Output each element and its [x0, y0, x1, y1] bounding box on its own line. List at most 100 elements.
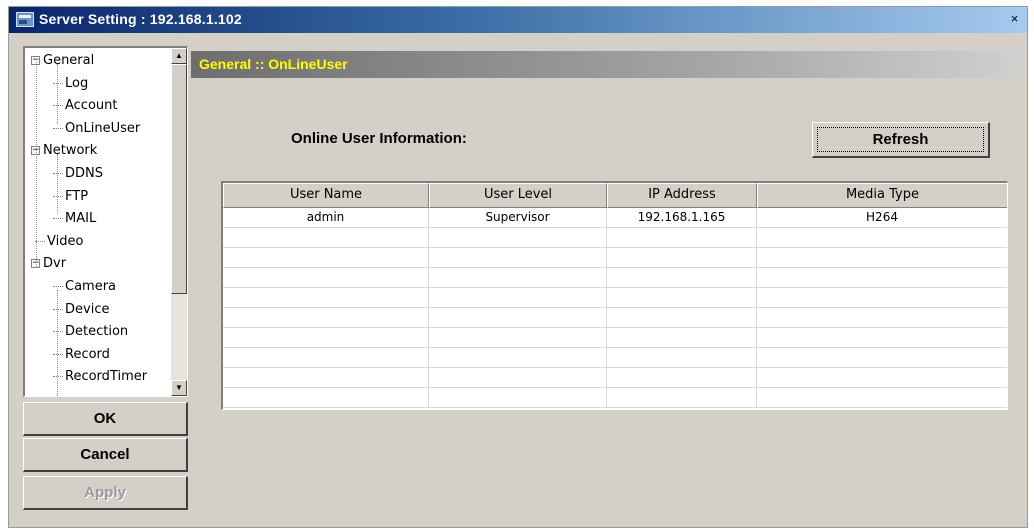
tree-connector [53, 105, 63, 107]
tree-connector [53, 308, 63, 310]
table-cell [429, 268, 607, 288]
tree-item-label: Camera [65, 279, 117, 294]
table-cell [757, 368, 1007, 388]
table-cell [223, 228, 429, 248]
table-cell [223, 328, 429, 348]
table-cell [429, 368, 607, 388]
table-cell [607, 308, 757, 328]
table-cell [223, 268, 429, 288]
table-cell [429, 348, 607, 368]
column-header[interactable]: User Name [223, 183, 429, 208]
table-row[interactable] [223, 288, 1007, 308]
scroll-down-icon[interactable]: ▼ [171, 380, 187, 396]
table-cell [223, 368, 429, 388]
title-bar[interactable]: Server Setting : 192.168.1.102 × [9, 7, 1027, 33]
table-cell [607, 228, 757, 248]
tree-item[interactable]: Camera [53, 276, 116, 298]
table-cell [223, 248, 429, 268]
tree-guide-line [57, 154, 58, 214]
tree-item[interactable]: Video [31, 231, 83, 253]
tree-item-label: Network [43, 143, 98, 159]
table-cell: Supervisor [429, 208, 607, 228]
tree-item[interactable]: Log [53, 73, 88, 95]
tree-item-label: DDNS [65, 166, 103, 181]
column-header[interactable]: User Level [429, 183, 607, 208]
online-user-table[interactable]: User Name User Level IP Address Media Type … [221, 181, 1008, 410]
table-cell: admin [223, 208, 429, 228]
tree-guide-line [57, 290, 58, 396]
table-row[interactable] [223, 328, 1007, 348]
tree-item-label: OnLineUser [65, 120, 141, 136]
tree-item[interactable]: OnLineUser [53, 118, 140, 140]
table-cell [607, 348, 757, 368]
tree-item[interactable]: DDNS [53, 163, 103, 185]
tree-connector [53, 173, 63, 174]
table-cell [429, 248, 607, 268]
tree-item-label: Record [65, 346, 110, 362]
tree-item[interactable]: Account [53, 95, 118, 117]
tree-connector [53, 82, 63, 84]
tree-item[interactable]: Device [53, 299, 109, 321]
tree-item-label: Log [65, 75, 89, 91]
close-button[interactable]: × [1006, 12, 1023, 28]
table-cell [607, 388, 757, 408]
table-row[interactable] [223, 388, 1007, 408]
table-row[interactable] [223, 308, 1007, 328]
refresh-button[interactable]: Refresh [812, 122, 990, 158]
tree-connector [53, 331, 63, 333]
table-cell [757, 348, 1007, 368]
tree-item[interactable]: FTP [53, 186, 88, 208]
table-cell [607, 288, 757, 308]
tree-connector [53, 286, 63, 287]
apply-button[interactable]: Apply [23, 476, 188, 510]
online-user-info-label: Online User Information: [291, 130, 467, 147]
settings-tree[interactable]: − General Log Account OnLineUser − Network DDNS… [23, 46, 188, 397]
cancel-button[interactable]: Cancel [23, 438, 188, 472]
tree-item[interactable]: Record [53, 344, 110, 366]
ok-button[interactable]: OK [23, 402, 188, 436]
tree-item-label: RecordTimer [65, 369, 148, 385]
table-cell: 192.168.1.165 [607, 208, 757, 228]
table-row[interactable] [223, 268, 1007, 288]
column-header[interactable]: IP Address [607, 183, 757, 208]
tree-item-label: Video [47, 233, 84, 249]
tree-item[interactable]: RecordTimer [53, 366, 147, 388]
table-cell [429, 328, 607, 348]
column-header[interactable]: Media Type [757, 183, 1007, 208]
table-cell [757, 268, 1007, 288]
table-cell [757, 308, 1007, 328]
table-cell [429, 388, 607, 408]
tree-connector [53, 195, 63, 197]
section-header-label: General :: OnLineUser [199, 56, 348, 72]
app-icon [16, 12, 34, 27]
scroll-up-icon[interactable]: ▲ [171, 48, 187, 64]
tree-item[interactable]: MAIL [53, 208, 96, 230]
window-title: Server Setting : 192.168.1.102 [39, 11, 242, 27]
table-cell [607, 328, 757, 348]
table-cell [223, 348, 429, 368]
tree-item[interactable]: − General [31, 50, 94, 72]
table-row[interactable]: admin Supervisor 192.168.1.165 H264 [223, 208, 1007, 228]
table-row[interactable] [223, 368, 1007, 388]
table-row[interactable] [223, 248, 1007, 268]
tree-guide-line [36, 62, 37, 267]
section-header: General :: OnLineUser [191, 51, 1021, 78]
table-row[interactable] [223, 228, 1007, 248]
tree-scrollbar[interactable]: ▲ ▼ [171, 48, 187, 396]
tree-item-label: Device [65, 301, 110, 317]
refresh-button-label: Refresh [817, 127, 984, 152]
table-cell [757, 328, 1007, 348]
table-cell [223, 388, 429, 408]
tree-item[interactable]: − Network [31, 140, 97, 162]
scroll-thumb[interactable] [171, 64, 187, 294]
table-cell [607, 268, 757, 288]
tree-item-label: MAIL [65, 211, 97, 227]
table-cell [607, 368, 757, 388]
table-header: User Name User Level IP Address Media Type [223, 183, 1007, 208]
table-cell [429, 228, 607, 248]
tree-connector [53, 127, 63, 129]
table-cell [223, 288, 429, 308]
table-cell [223, 308, 429, 328]
table-row[interactable] [223, 348, 1007, 368]
tree-item[interactable]: Detection [53, 321, 128, 343]
